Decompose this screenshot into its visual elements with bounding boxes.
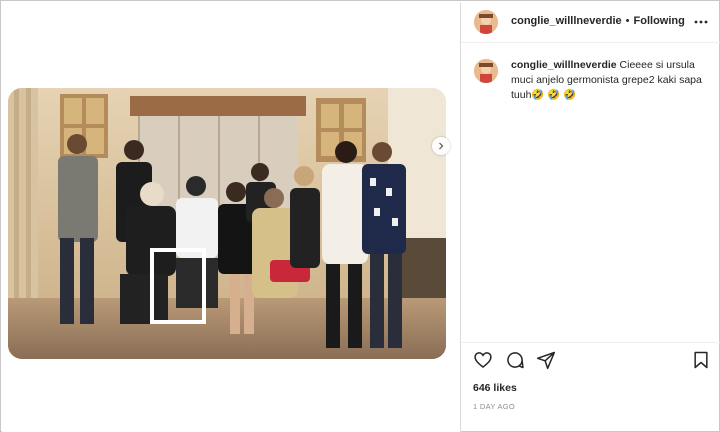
chevron-right-icon [439, 142, 444, 150]
heart-icon[interactable] [473, 350, 493, 370]
avatar[interactable] [474, 10, 498, 34]
send-icon[interactable] [536, 350, 556, 370]
comment-icon[interactable] [505, 350, 525, 370]
separator-dot: • [625, 15, 630, 27]
more-options-icon[interactable] [693, 14, 709, 30]
avatar-image [474, 59, 498, 83]
likes-count[interactable]: 646 likes [473, 382, 517, 394]
caption-username[interactable]: conglie_willlneverdie [511, 59, 617, 71]
caption-avatar[interactable] [474, 59, 498, 83]
bookmark-icon[interactable] [691, 350, 711, 370]
post-photo[interactable] [8, 88, 446, 359]
post-timestamp[interactable]: 1 DAY AGO [473, 402, 515, 411]
avatar-image [474, 10, 498, 34]
instagram-post-window: conglie_willlneverdie • Following conglie_… [0, 0, 720, 432]
post-header: conglie_willlneverdie • Following [461, 2, 720, 43]
post-actions-bar [461, 342, 720, 376]
post-media-area [2, 2, 460, 432]
group-photo-image [8, 88, 446, 359]
highlight-box [150, 248, 206, 324]
post-side-panel: conglie_willlneverdie • Following conglie_… [460, 2, 720, 432]
caption-text-block: conglie_willlneverdie Cieeee si ursula m… [511, 58, 711, 103]
following-button[interactable]: Following [634, 15, 685, 27]
header-user-line: conglie_willlneverdie • Following [511, 15, 685, 27]
username-link[interactable]: conglie_willlneverdie [511, 15, 622, 27]
comments-area [501, 122, 701, 332]
next-photo-button[interactable] [432, 137, 450, 155]
